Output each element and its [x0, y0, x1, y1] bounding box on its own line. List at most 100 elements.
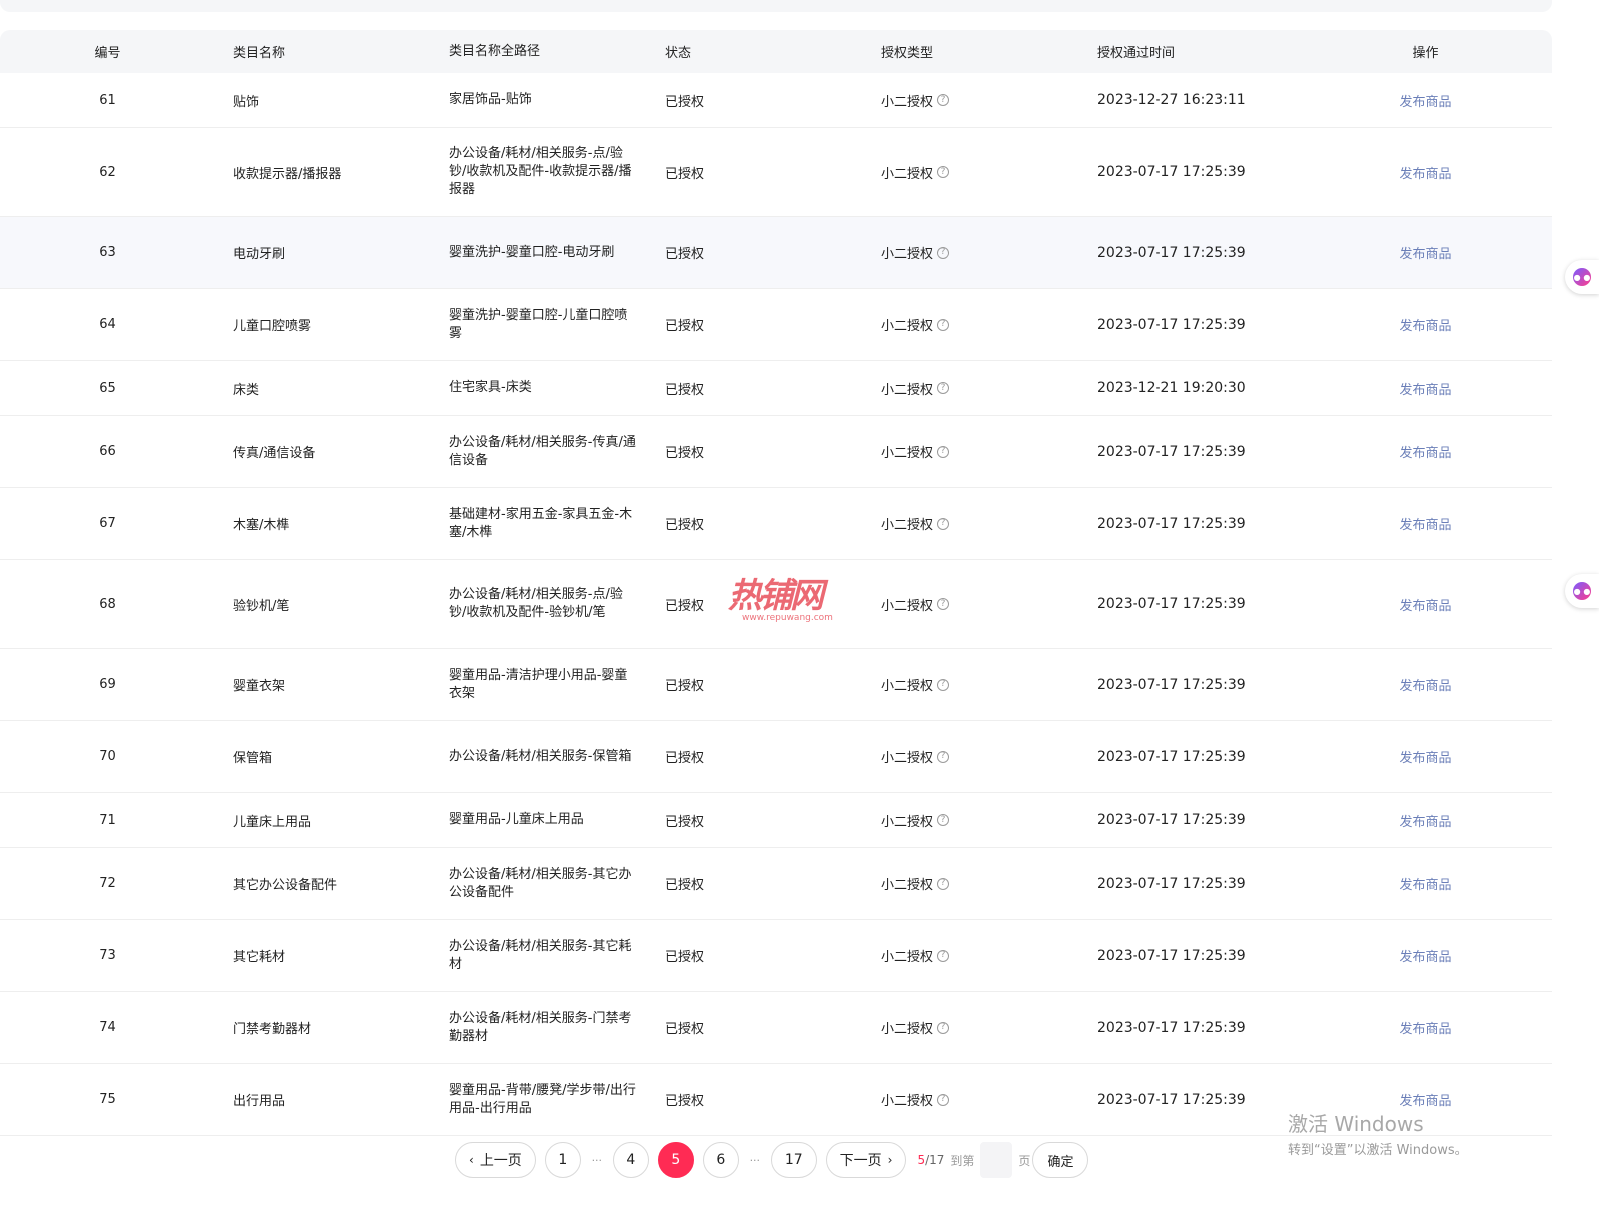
publish-product-link[interactable]: 发布商品 [1399, 815, 1451, 830]
question-circle-icon[interactable]: ? [937, 678, 950, 691]
cell-no: 67 [99, 516, 116, 531]
question-circle-icon[interactable]: ? [937, 949, 950, 962]
cell-op: 发布商品 [1299, 163, 1552, 182]
publish-product-link[interactable]: 发布商品 [1399, 95, 1451, 110]
cell-name: 传真/通信设备 [233, 446, 316, 461]
question-circle-icon[interactable]: ? [937, 166, 950, 178]
page-6-button[interactable]: 6 [702, 1142, 739, 1178]
question-circle-icon[interactable]: ? [937, 598, 950, 610]
publish-product-link[interactable]: 发布商品 [1399, 878, 1451, 893]
prev-page-button[interactable]: ‹ 上一页 [455, 1142, 536, 1178]
page-1-button[interactable]: 1 [544, 1142, 581, 1178]
activation-title: 激活 Windows [1288, 1112, 1424, 1136]
next-page-button[interactable]: 下一页 › [825, 1142, 907, 1178]
question-circle-icon[interactable]: ? [937, 246, 950, 259]
page-info: 5/17 [917, 1153, 944, 1167]
cell-no: 62 [99, 164, 116, 180]
page-4-button[interactable]: 4 [612, 1142, 649, 1178]
cell-type: 小二授权? [863, 514, 1079, 533]
page-unit-label: 页 [1018, 1153, 1031, 1168]
question-circle-icon[interactable]: ? [937, 517, 950, 530]
publish-product-link[interactable]: 发布商品 [1399, 1022, 1451, 1037]
cell-name: 床类 [233, 382, 260, 398]
publish-product-link[interactable]: 发布商品 [1399, 167, 1451, 182]
cell-no: 68 [99, 596, 116, 612]
cell-name: 门禁考勤器材 [233, 1022, 312, 1037]
question-circle-icon[interactable]: ? [937, 318, 950, 331]
cell-op: 发布商品 [1299, 315, 1552, 334]
page-5-button[interactable]: 5 [657, 1142, 694, 1178]
question-circle-icon[interactable]: ? [937, 877, 950, 890]
cell-name: 贴饰 [233, 94, 260, 110]
publish-product-link[interactable]: 发布商品 [1399, 950, 1451, 965]
cell-no: 69 [99, 677, 116, 692]
cell-name: 验钞机/笔 [233, 598, 290, 614]
cell-path: 办公设备/耗材/相关服务-其它办公设备配件 [449, 866, 632, 900]
question-circle-icon[interactable]: ? [937, 445, 950, 458]
cell-status: 已授权 [665, 878, 705, 893]
cell-status: 已授权 [665, 679, 705, 694]
question-circle-icon[interactable]: ? [937, 94, 950, 106]
cell-no: 65 [99, 380, 116, 396]
cell-type: 小二授权? [863, 946, 1079, 965]
table-header: 编号 类目名称 类目名称全路径 状态 授权类型 授权通过时间 操作 [0, 30, 1552, 73]
publish-product-link[interactable]: 发布商品 [1399, 319, 1451, 334]
publish-product-link[interactable]: 发布商品 [1399, 1094, 1451, 1109]
table-row: 69 婴童衣架 婴童用品-清洁护理小用品-婴童衣架 已授权 小二授权? 2023-07-1… [0, 649, 1552, 721]
assistant-bubble-top[interactable]: ● ● [1565, 260, 1599, 294]
publish-product-link[interactable]: 发布商品 [1399, 751, 1451, 766]
auth-type-label: 小二授权 [881, 950, 934, 965]
cell-type: 小二授权? [863, 675, 1079, 694]
question-circle-icon[interactable]: ? [937, 1021, 950, 1034]
cell-op: 发布商品 [1299, 1018, 1552, 1037]
header-name: 类目名称 [233, 46, 286, 61]
cell-path: 婴童用品-儿童床上用品 [449, 812, 584, 827]
cell-no: 71 [99, 812, 116, 828]
auth-type-label: 小二授权 [881, 598, 934, 614]
assistant-bubble-bottom[interactable]: ● ● [1565, 574, 1599, 608]
cell-op: 发布商品 [1299, 874, 1552, 893]
cell-path: 办公设备/耗材/相关服务-保管箱 [449, 748, 632, 764]
cell-name: 其它耗材 [233, 950, 286, 965]
cell-path: 家居饰品-贴饰 [449, 92, 532, 107]
cell-op: 发布商品 [1299, 595, 1552, 614]
table-row: 67 木塞/木榫 基础建材-家用五金-家具五金-木塞/木榫 已授权 小二授权? 2023-… [0, 488, 1552, 560]
cell-time: 2023-07-17 17:25:39 [1097, 316, 1246, 333]
header-status: 状态 [665, 46, 692, 61]
header-no: 编号 [94, 46, 121, 61]
table-row: 68 验钞机/笔 办公设备/耗材/相关服务-点/验钞/收款机及配件-验钞机/笔 已授权… [0, 560, 1552, 649]
publish-product-link[interactable]: 发布商品 [1399, 518, 1451, 533]
goto-confirm-button[interactable]: 确定 [1032, 1142, 1089, 1178]
publish-product-link[interactable]: 发布商品 [1399, 383, 1451, 398]
auth-type-label: 小二授权 [881, 814, 934, 830]
cell-op: 发布商品 [1299, 379, 1552, 398]
publish-product-link[interactable]: 发布商品 [1399, 247, 1451, 262]
cell-path: 婴童洗护-婴童口腔-儿童口腔喷雾 [449, 307, 628, 341]
publish-product-link[interactable]: 发布商品 [1399, 599, 1451, 614]
table-row: 64 儿童口腔喷雾 婴童洗护-婴童口腔-儿童口腔喷雾 已授权 小二授权? 2023-07-… [0, 289, 1552, 361]
cell-status: 已授权 [665, 94, 705, 110]
question-circle-icon[interactable]: ? [937, 1093, 950, 1106]
cell-path: 住宅家具-床类 [449, 380, 532, 395]
cell-type: 小二授权? [863, 243, 1079, 262]
top-panel-edge [0, 0, 1552, 12]
cell-no: 66 [99, 444, 116, 459]
page-17-button[interactable]: 17 [770, 1142, 817, 1178]
publish-product-link[interactable]: 发布商品 [1399, 446, 1451, 461]
chevron-left-icon: ‹ [469, 1153, 474, 1167]
cell-time: 2023-07-17 17:25:39 [1097, 164, 1246, 180]
cell-op: 发布商品 [1299, 747, 1552, 766]
question-circle-icon[interactable]: ? [937, 382, 950, 394]
cell-no: 74 [99, 1020, 116, 1035]
cell-path: 婴童洗护-婴童口腔-电动牙刷 [449, 244, 615, 260]
category-table: 编号 类目名称 类目名称全路径 状态 授权类型 授权通过时间 操作 61 贴饰 家居… [0, 30, 1552, 1136]
cell-status: 已授权 [665, 1022, 705, 1037]
table-row: 66 传真/通信设备 办公设备/耗材/相关服务-传真/通信设备 已授权 小二授权? 202… [0, 416, 1552, 488]
auth-type-label: 小二授权 [881, 751, 934, 766]
question-circle-icon[interactable]: ? [937, 814, 950, 826]
goto-page-input[interactable] [980, 1142, 1013, 1178]
publish-product-link[interactable]: 发布商品 [1399, 679, 1451, 694]
question-circle-icon[interactable]: ? [937, 750, 950, 763]
cell-op: 发布商品 [1299, 675, 1552, 694]
pagination-ellipsis: ··· [749, 1153, 761, 1167]
